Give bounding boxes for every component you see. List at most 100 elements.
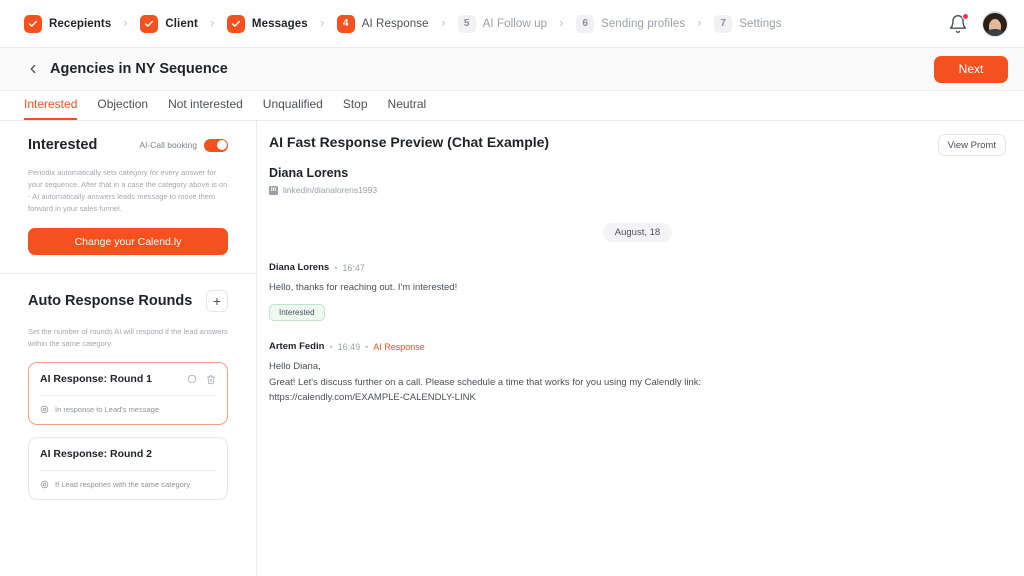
switch-knob	[216, 140, 227, 150]
chevron-left-icon	[30, 64, 36, 74]
step-ai-response[interactable]: 4 AI Response	[336, 14, 429, 33]
target-icon	[40, 405, 49, 414]
chevron-right-icon	[121, 19, 130, 28]
interested-description: Periodix automatically sets category for…	[28, 168, 228, 213]
chat-preview-panel: AI Fast Response Preview (Chat Example) …	[257, 121, 1024, 576]
round-subtitle: In response to Lead's message	[55, 405, 159, 415]
tab-not-interested[interactable]: Not interested	[168, 97, 243, 120]
ai-call-booking-label: AI-Call booking	[139, 140, 197, 150]
rounds-section-header: Auto Response Rounds +	[28, 290, 228, 313]
round-card-footer: If Lead respones with the same category	[29, 471, 227, 499]
preview-header: AI Fast Response Preview (Chat Example) …	[257, 121, 1024, 156]
tab-interested[interactable]: Interested	[24, 97, 78, 120]
message-time: 16:47	[342, 262, 365, 273]
step-number: 7	[714, 14, 733, 33]
main-body: Interested AI-Call booking Periodix auto…	[0, 121, 1024, 576]
message-line: https://calendly.com/EXAMPLE-CALENDLY-LI…	[269, 392, 476, 404]
step-client[interactable]: Client	[140, 14, 198, 33]
meta-separator: •	[334, 262, 338, 273]
chevron-right-icon	[318, 19, 327, 28]
message-meta: Diana Lorens • 16:47	[269, 262, 1006, 273]
chevron-right-icon	[695, 19, 704, 28]
message-list: Diana Lorens • 16:47 Hello, thanks for reac…	[269, 262, 1006, 406]
view-prompt-button[interactable]: View Promt	[937, 134, 1006, 156]
step-label: Messages	[251, 17, 308, 30]
check-icon	[226, 14, 245, 33]
chat-thread: August, 18 Diana Lorens • 16:47 Hello, than…	[257, 195, 1024, 406]
step-label: Settings	[739, 17, 782, 30]
meta-separator: •	[329, 341, 333, 352]
notification-dot	[962, 12, 969, 20]
settings-sidebar: Interested AI-Call booking Periodix auto…	[0, 121, 257, 576]
round-card-footer: In response to Lead's message	[29, 396, 227, 424]
interested-title: Interested	[28, 137, 98, 153]
change-calendly-button[interactable]: Change your Calend.ly	[28, 228, 228, 256]
contact-block: Diana Lorens in linkedin/dianalorens1993	[257, 156, 1024, 195]
page-title: Agencies in NY Sequence	[50, 61, 228, 77]
rounds-description: Set the number of rounds AI will respond…	[28, 327, 228, 349]
tab-objection[interactable]: Objection	[97, 97, 148, 120]
trash-icon[interactable]	[206, 374, 216, 385]
contact-name: Diana Lorens	[269, 166, 349, 180]
chevron-right-icon	[208, 19, 217, 28]
tab-stop[interactable]: Stop	[343, 97, 368, 120]
step-messages[interactable]: Messages	[226, 14, 308, 33]
auto-response-rounds-section: Auto Response Rounds + Set the number of…	[0, 274, 256, 518]
round-card-header: AI Response: Round 2	[29, 438, 227, 470]
message-author: Artem Fedin	[269, 341, 325, 353]
contact-handle[interactable]: linkedin/dianalorens1993	[283, 185, 377, 195]
back-button[interactable]	[24, 60, 42, 78]
step-progress: Recepients Client Messages 4 AI Response 5 AI …	[24, 14, 948, 33]
round-title: AI Response: Round 1	[40, 373, 153, 386]
message-body: Hello, thanks for reaching out. I'm inte…	[269, 280, 1006, 295]
category-badge: Interested	[269, 304, 325, 322]
message-line: Hello Diana,	[269, 361, 321, 373]
rounds-list: AI Response: Round 1 In response to Lead'…	[28, 362, 228, 501]
target-icon	[40, 480, 49, 489]
chevron-right-icon	[557, 19, 566, 28]
rounds-title: Auto Response Rounds	[28, 293, 193, 310]
chat-message: Diana Lorens • 16:47 Hello, thanks for reac…	[269, 262, 1006, 322]
notifications-bell-button[interactable]	[948, 12, 969, 34]
message-line: Great! Let's discuss further on a call. …	[269, 376, 702, 388]
date-divider: August, 18	[602, 223, 673, 242]
step-settings[interactable]: 7 Settings	[714, 14, 782, 33]
message-line: Hello, thanks for reaching out. I'm inte…	[269, 282, 458, 293]
step-recepients[interactable]: Recepients	[24, 14, 112, 33]
message-time: 16:49	[337, 341, 361, 352]
avatar[interactable]	[982, 10, 1008, 37]
step-number: 5	[457, 14, 476, 33]
chevron-right-icon	[439, 19, 448, 28]
round-card[interactable]: AI Response: Round 2 If Lead respones wit…	[28, 437, 228, 501]
add-round-button[interactable]: +	[206, 290, 228, 313]
category-tabs: Interested Objection Not interested Unquali…	[0, 91, 1024, 121]
check-icon	[24, 14, 42, 33]
step-number: 4	[336, 14, 355, 33]
message-body: Hello Diana, Great! Let's discuss further…	[269, 359, 1006, 405]
tab-unqualified[interactable]: Unqualified	[263, 97, 323, 120]
ai-call-booking-switch[interactable]	[204, 138, 228, 152]
message-meta: Artem Fedin • 16:49 • AI Response	[269, 341, 1006, 352]
step-label: AI Follow up	[482, 17, 548, 30]
message-tag: AI Response	[373, 341, 425, 352]
next-button[interactable]: Next	[934, 55, 1008, 83]
round-card[interactable]: AI Response: Round 1 In response to Lead'…	[28, 362, 228, 426]
round-title: AI Response: Round 2	[40, 448, 153, 461]
contact-subline: in linkedin/dianalorens1993	[269, 185, 1024, 195]
interested-section-header: Interested AI-Call booking	[28, 137, 228, 153]
meta-separator: •	[365, 341, 369, 352]
step-number: 6	[576, 14, 595, 33]
ai-call-booking-toggle-row: AI-Call booking	[139, 138, 228, 152]
step-sending-profiles[interactable]: 6 Sending profiles	[576, 14, 685, 33]
step-ai-follow-up[interactable]: 5 AI Follow up	[457, 14, 548, 33]
step-label: AI Response	[361, 17, 429, 30]
interested-section: Interested AI-Call booking Periodix auto…	[0, 121, 256, 275]
round-card-header: AI Response: Round 1	[29, 363, 227, 395]
tab-neutral[interactable]: Neutral	[388, 97, 427, 120]
step-label: Recepients	[49, 17, 112, 30]
top-navigation-bar: Recepients Client Messages 4 AI Response 5 AI …	[0, 0, 1024, 48]
regenerate-icon[interactable]	[187, 374, 197, 384]
round-actions	[187, 374, 216, 385]
page-header: Agencies in NY Sequence Next	[0, 48, 1024, 91]
preview-title: AI Fast Response Preview (Chat Example)	[269, 134, 550, 150]
